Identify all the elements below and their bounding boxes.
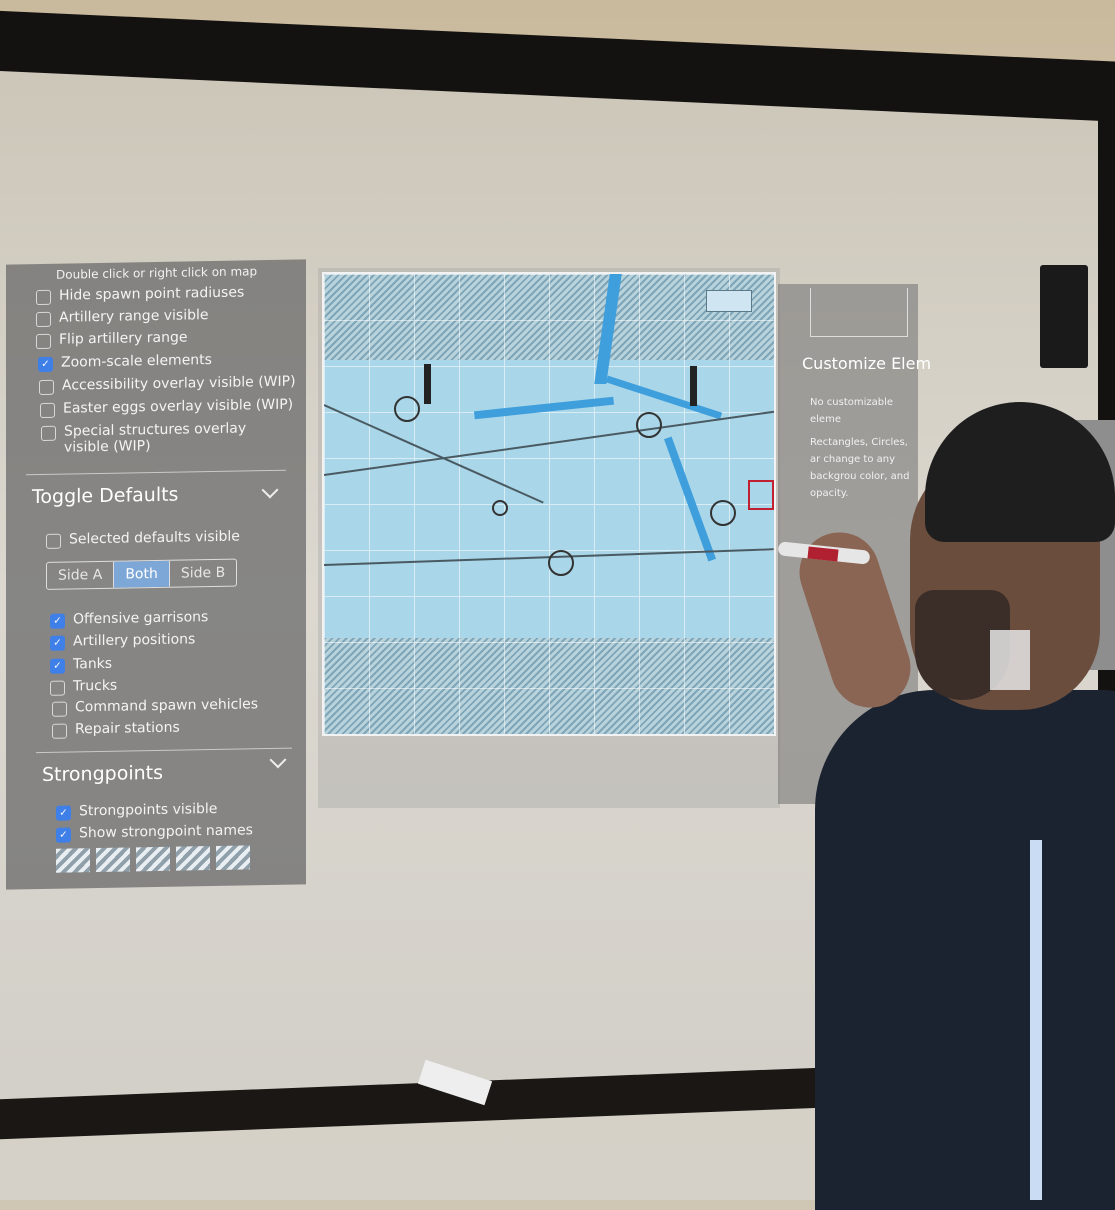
option-label: Selected defaults visible: [69, 528, 240, 548]
checkbox[interactable]: [46, 533, 61, 549]
map-legend: [706, 290, 752, 312]
strongpoint-pattern-swatches: [56, 845, 250, 873]
side-segmented-control: Side A Both Side B: [46, 558, 238, 590]
checkbox[interactable]: [52, 723, 67, 739]
map-hint: Double click or right click on map: [56, 264, 258, 282]
checkbox[interactable]: [52, 701, 67, 717]
strongpoints-title: Strongpoints: [42, 761, 163, 786]
option-label: Show strongpoint names: [79, 822, 253, 842]
garrison-marker[interactable]: [394, 396, 420, 422]
checkbox-checked[interactable]: ✓: [50, 658, 65, 674]
presenter-shirt: [815, 690, 1115, 1210]
divider: [36, 747, 292, 754]
pattern-swatch[interactable]: [176, 846, 210, 871]
option-trucks[interactable]: Trucks: [50, 678, 117, 696]
option-label: Artillery range visible: [59, 307, 209, 326]
option-selected-defaults-visible[interactable]: Selected defaults visible: [46, 529, 240, 549]
pattern-swatch[interactable]: [136, 846, 170, 872]
preview-box: [810, 288, 908, 337]
pattern-swatch[interactable]: [96, 847, 130, 873]
checkbox-checked[interactable]: ✓: [56, 805, 71, 821]
projection-light-patch: [990, 630, 1030, 690]
pattern-swatch[interactable]: [56, 848, 90, 873]
option-accessibility-overlay[interactable]: Accessibility overlay visible (WIP): [39, 373, 296, 396]
checkbox[interactable]: [40, 402, 55, 419]
checkbox[interactable]: [39, 379, 54, 396]
checkbox-checked[interactable]: ✓: [38, 356, 53, 373]
projection-light-stripe: [1030, 840, 1042, 1200]
checkbox[interactable]: [41, 425, 56, 442]
no-elements-text: No customizable eleme: [810, 397, 894, 425]
option-command-spawn-vehicles[interactable]: Command spawn vehicles: [52, 696, 258, 717]
checkbox-checked[interactable]: ✓: [50, 613, 65, 629]
option-label: Special structures overlay visible (WIP): [64, 420, 247, 456]
segment-side-a[interactable]: Side A: [47, 561, 115, 589]
checkbox[interactable]: [36, 333, 51, 350]
option-tanks[interactable]: ✓ Tanks: [50, 656, 112, 674]
option-label: Tanks: [73, 655, 113, 673]
option-hide-spawn-radiuses[interactable]: Hide spawn point radiuses: [36, 284, 245, 306]
option-show-strongpoint-names[interactable]: ✓ Show strongpoint names: [56, 822, 253, 843]
option-label: Strongpoints visible: [79, 800, 218, 820]
option-label: Flip artillery range: [59, 329, 188, 348]
option-offensive-garrisons[interactable]: ✓ Offensive garrisons: [50, 609, 208, 629]
option-label: Command spawn vehicles: [75, 696, 259, 716]
checkbox-checked[interactable]: ✓: [56, 827, 71, 843]
option-repair-stations[interactable]: Repair stations: [52, 720, 180, 739]
option-special-structures[interactable]: Special structures overlay visible (WIP): [41, 420, 271, 456]
option-artillery-positions[interactable]: ✓ Artillery positions: [50, 631, 195, 651]
checkbox[interactable]: [36, 311, 51, 328]
sector-label: [424, 364, 431, 404]
checkbox[interactable]: [50, 680, 65, 696]
chevron-down-icon[interactable]: [261, 481, 279, 499]
option-easter-eggs-overlay[interactable]: Easter eggs overlay visible (WIP): [40, 396, 294, 419]
option-label: Artillery positions: [73, 631, 196, 650]
option-flip-artillery[interactable]: Flip artillery range: [36, 329, 188, 350]
option-artillery-range[interactable]: Artillery range visible: [36, 307, 209, 328]
option-label: Hide spawn point radiuses: [59, 284, 245, 304]
option-zoom-scale[interactable]: ✓ Zoom-scale elements: [38, 352, 212, 373]
segment-side-b[interactable]: Side B: [170, 560, 236, 587]
option-label: Trucks: [73, 677, 118, 695]
checkbox-checked[interactable]: ✓: [50, 635, 65, 651]
chevron-down-icon[interactable]: [269, 751, 287, 769]
garrison-marker[interactable]: [636, 412, 662, 438]
customize-title: Customize Elem: [802, 354, 932, 373]
garrison-marker[interactable]: [492, 500, 508, 516]
map-grid: [324, 274, 774, 734]
option-label: Easter eggs overlay visible (WIP): [63, 396, 294, 417]
option-label: Repair stations: [75, 719, 180, 738]
selected-element-marker[interactable]: [748, 480, 774, 510]
option-label: Offensive garrisons: [73, 609, 209, 628]
segment-both[interactable]: Both: [114, 560, 170, 588]
checkbox[interactable]: [36, 289, 51, 306]
tactical-map[interactable]: [322, 272, 776, 736]
sector-label: [690, 366, 697, 406]
garrison-marker[interactable]: [710, 500, 736, 526]
option-label: Accessibility overlay visible (WIP): [62, 373, 296, 394]
garrison-marker[interactable]: [548, 550, 574, 576]
option-strongpoints-visible[interactable]: ✓ Strongpoints visible: [56, 801, 217, 821]
toggle-defaults-title: Toggle Defaults: [32, 483, 179, 509]
customize-description: Rectangles, Circles, ar change to any ba…: [810, 437, 910, 499]
divider: [26, 469, 286, 476]
option-label: Zoom-scale elements: [61, 352, 212, 371]
pattern-swatch[interactable]: [216, 845, 250, 870]
settings-panel: Double click or right click on map Hide …: [6, 259, 306, 890]
